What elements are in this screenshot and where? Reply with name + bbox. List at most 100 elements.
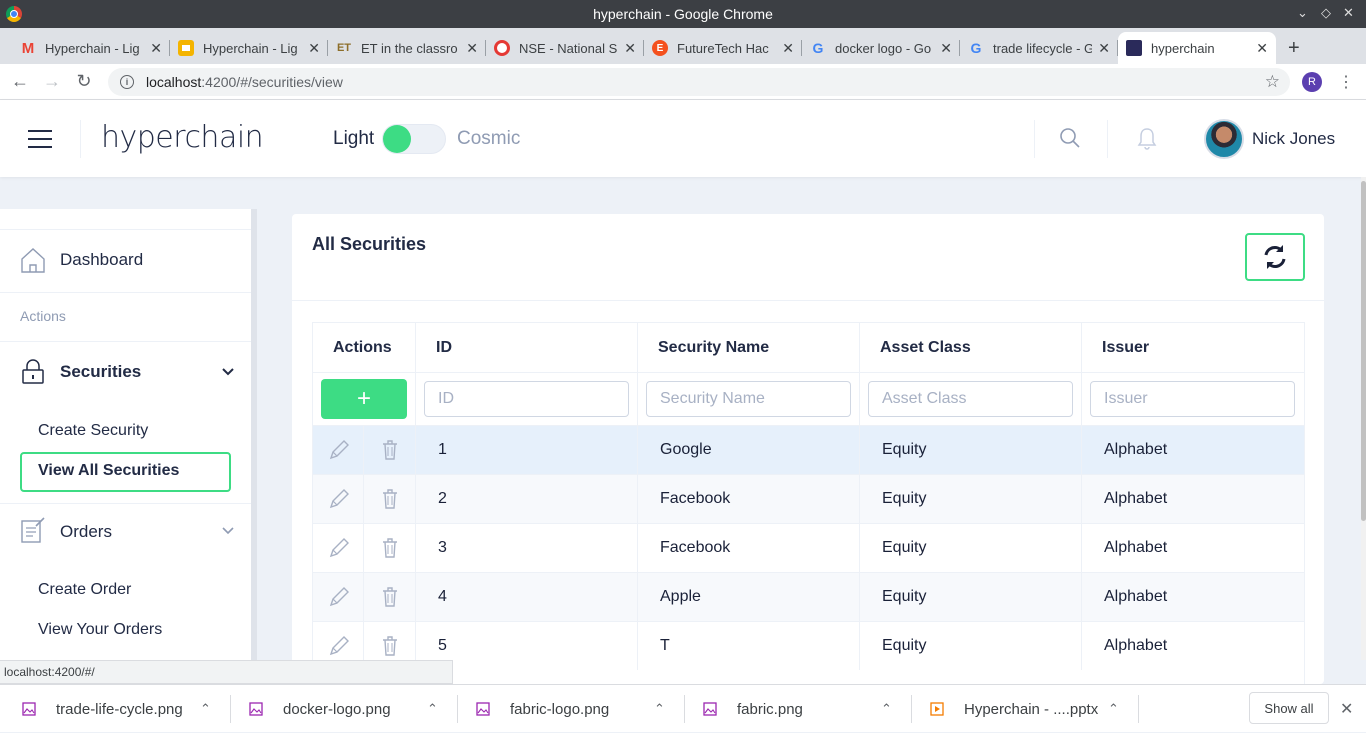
row-actions bbox=[313, 426, 416, 474]
tab-label: FutureTech Hac bbox=[677, 40, 769, 56]
trash-icon[interactable] bbox=[378, 585, 402, 609]
url-input[interactable]: i localhost:4200/#/securities/view ☆ bbox=[108, 68, 1290, 96]
reload-icon[interactable]: ↻ bbox=[72, 70, 96, 94]
edit-icon[interactable] bbox=[327, 487, 351, 511]
chevron-up-icon[interactable]: ⌃ bbox=[1108, 701, 1119, 717]
chrome-menu-icon[interactable]: ⋮ bbox=[1338, 72, 1354, 92]
tab-label: NSE - National S bbox=[519, 40, 618, 56]
trash-icon[interactable] bbox=[378, 536, 402, 560]
column-header-id[interactable]: ID bbox=[416, 323, 638, 372]
table-row[interactable]: 5 T Equity Alphabet bbox=[313, 621, 1304, 670]
sidebar-item-view-your-orders[interactable]: View Your Orders bbox=[38, 621, 162, 639]
cell-id: 1 bbox=[416, 426, 638, 474]
close-window-icon[interactable]: ✕ bbox=[1343, 5, 1354, 21]
sidebar-actions-heading: Actions bbox=[20, 308, 66, 324]
column-header-security-name[interactable]: Security Name bbox=[638, 323, 860, 372]
profile-avatar[interactable]: R bbox=[1302, 72, 1322, 92]
table-row[interactable]: 4 Apple Equity Alphabet bbox=[313, 572, 1304, 621]
tab-close-icon[interactable]: ✕ bbox=[308, 40, 320, 57]
column-header-asset-class[interactable]: Asset Class bbox=[860, 323, 1082, 372]
chevron-down-icon[interactable] bbox=[220, 523, 236, 539]
cell-asset: Equity bbox=[860, 622, 1082, 670]
sidebar-item-securities[interactable]: Securities bbox=[60, 362, 141, 382]
tab-close-icon[interactable]: ✕ bbox=[624, 40, 636, 57]
menu-toggle-icon[interactable] bbox=[28, 130, 52, 148]
cell-name: T bbox=[638, 622, 860, 670]
download-item[interactable]: fabric.png ⌃ bbox=[703, 685, 892, 733]
back-icon[interactable]: ← bbox=[8, 70, 32, 94]
close-downloads-icon[interactable]: ✕ bbox=[1340, 699, 1353, 719]
theme-cosmic-label: Cosmic bbox=[457, 128, 521, 149]
trash-icon[interactable] bbox=[378, 487, 402, 511]
cell-asset: Equity bbox=[860, 426, 1082, 474]
image-file-icon bbox=[703, 702, 717, 716]
bell-icon[interactable] bbox=[1136, 126, 1158, 152]
tab-close-icon[interactable]: ✕ bbox=[782, 40, 794, 57]
edit-icon[interactable] bbox=[327, 438, 351, 462]
sidebar-item-orders[interactable]: Orders bbox=[60, 522, 112, 542]
image-file-icon bbox=[22, 702, 36, 716]
search-icon[interactable] bbox=[1058, 126, 1082, 150]
chevron-up-icon[interactable]: ⌃ bbox=[427, 701, 438, 717]
browser-tab[interactable]: G docker logo - Go ✕ bbox=[802, 32, 960, 64]
chevron-up-icon[interactable]: ⌃ bbox=[200, 701, 211, 717]
download-item[interactable]: trade-life-cycle.png ⌃ bbox=[22, 685, 211, 733]
slides-file-icon bbox=[930, 702, 944, 716]
chevron-up-icon[interactable]: ⌃ bbox=[881, 701, 892, 717]
edit-icon[interactable] bbox=[327, 634, 351, 658]
filter-id-input[interactable] bbox=[424, 381, 629, 417]
chevron-down-icon[interactable] bbox=[220, 364, 236, 380]
forward-icon[interactable]: → bbox=[40, 70, 64, 94]
chevron-up-icon[interactable]: ⌃ bbox=[654, 701, 665, 717]
download-item[interactable]: fabric-logo.png ⌃ bbox=[476, 685, 665, 733]
browser-tab[interactable]: NSE - National S ✕ bbox=[486, 32, 644, 64]
tab-close-icon[interactable]: ✕ bbox=[940, 40, 952, 57]
trash-icon[interactable] bbox=[378, 634, 402, 658]
trash-icon[interactable] bbox=[378, 438, 402, 462]
edit-icon[interactable] bbox=[327, 585, 351, 609]
cell-id: 3 bbox=[416, 524, 638, 572]
browser-tab[interactable]: E FutureTech Hac ✕ bbox=[644, 32, 802, 64]
minimize-icon[interactable]: ⌄ bbox=[1297, 5, 1308, 21]
sidebar-item-dashboard[interactable]: Dashboard bbox=[60, 250, 143, 270]
page-scrollbar[interactable] bbox=[1361, 177, 1366, 660]
site-info-icon[interactable]: i bbox=[120, 75, 134, 89]
filter-security-name-input[interactable] bbox=[646, 381, 851, 417]
sidebar-item-view-all-securities[interactable]: View All Securities bbox=[38, 462, 179, 480]
browser-tab[interactable]: G trade lifecycle - G ✕ bbox=[960, 32, 1118, 64]
sidebar-item-create-security[interactable]: Create Security bbox=[38, 422, 148, 440]
tab-close-icon[interactable]: ✕ bbox=[150, 40, 162, 57]
new-tab-icon[interactable]: + bbox=[1288, 32, 1300, 64]
image-file-icon bbox=[476, 702, 490, 716]
table-row[interactable]: 1 Google Equity Alphabet bbox=[313, 425, 1304, 474]
column-header-issuer[interactable]: Issuer bbox=[1082, 323, 1304, 372]
sidebar-scrollbar[interactable] bbox=[251, 209, 257, 660]
browser-tab[interactable]: Hyperchain - Lig ✕ bbox=[170, 32, 328, 64]
tab-close-icon[interactable]: ✕ bbox=[1256, 40, 1268, 57]
add-security-button[interactable]: + bbox=[321, 379, 407, 419]
edit-icon[interactable] bbox=[327, 536, 351, 560]
filter-issuer-input[interactable] bbox=[1090, 381, 1295, 417]
show-all-downloads-button[interactable]: Show all bbox=[1249, 692, 1329, 724]
browser-tab-active[interactable]: hyperchain ✕ bbox=[1118, 32, 1276, 64]
bookmark-star-icon[interactable]: ☆ bbox=[1265, 72, 1280, 92]
user-name[interactable]: Nick Jones bbox=[1252, 129, 1335, 149]
download-item[interactable]: docker-logo.png ⌃ bbox=[249, 685, 438, 733]
tab-close-icon[interactable]: ✕ bbox=[1098, 40, 1110, 57]
download-item[interactable]: Hyperchain - ....pptx ⌃ bbox=[930, 685, 1119, 733]
cell-issuer: Alphabet bbox=[1104, 637, 1168, 654]
maximize-icon[interactable]: ◇ bbox=[1321, 5, 1331, 21]
refresh-button[interactable] bbox=[1245, 233, 1305, 281]
cell-id: 2 bbox=[416, 475, 638, 523]
lock-icon bbox=[22, 359, 44, 384]
browser-tab[interactable]: ET ET in the classro ✕ bbox=[328, 32, 486, 64]
browser-tab[interactable]: M Hyperchain - Lig ✕ bbox=[12, 32, 170, 64]
sidebar-item-create-order[interactable]: Create Order bbox=[38, 581, 131, 599]
theme-toggle[interactable] bbox=[382, 124, 446, 154]
filter-asset-class-input[interactable] bbox=[868, 381, 1073, 417]
tab-close-icon[interactable]: ✕ bbox=[466, 40, 478, 57]
user-avatar[interactable] bbox=[1204, 119, 1244, 159]
table-row[interactable]: 3 Facebook Equity Alphabet bbox=[313, 523, 1304, 572]
brand-logo[interactable]: hyperchain bbox=[101, 120, 264, 155]
table-row[interactable]: 2 Facebook Equity Alphabet bbox=[313, 474, 1304, 523]
